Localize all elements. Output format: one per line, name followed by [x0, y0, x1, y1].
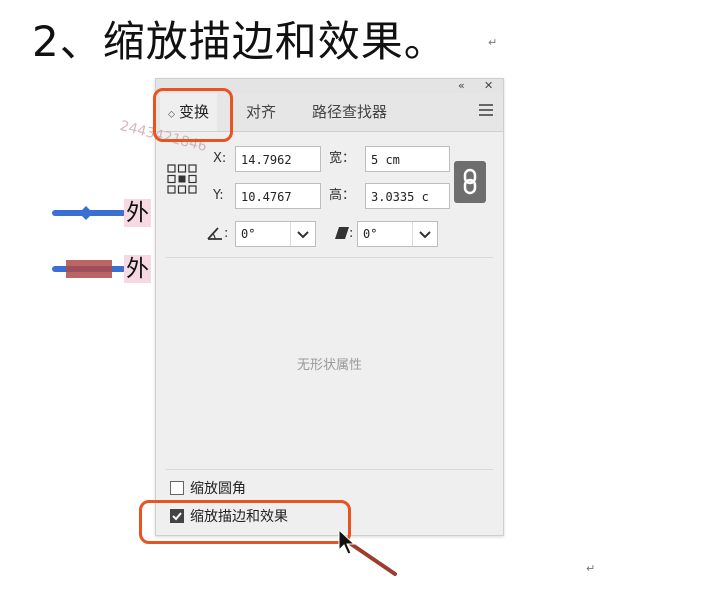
rotate-colon: :	[224, 226, 229, 241]
y-label: Y:	[213, 188, 224, 203]
blue-anchor-icon	[79, 206, 93, 220]
width-label: 宽：	[329, 151, 356, 166]
label-outer-bottom: 外	[124, 255, 151, 283]
tab-pathfinder[interactable]: 路径查找器	[304, 93, 395, 131]
x-field[interactable]: 14.7962	[235, 146, 321, 172]
cursor-icon	[338, 528, 397, 576]
menu-icon[interactable]	[479, 104, 493, 116]
x-label: X:	[213, 151, 227, 166]
return-mark: ↵	[586, 562, 596, 575]
red-stroke-shape	[66, 260, 112, 278]
y-field[interactable]: 10.4767	[235, 183, 321, 209]
transform-panel: « ✕ ⬦ 变换 对齐 路径查找器 X: 14.7962 宽： 5 cm Y: 1…	[155, 78, 504, 536]
tab-align[interactable]: 对齐	[238, 93, 284, 131]
shear-dropdown[interactable]: 0°	[357, 221, 438, 247]
rotate-icon	[207, 227, 222, 240]
collapse-icon[interactable]: «	[458, 79, 465, 93]
height-field[interactable]: 3.0335 c	[365, 183, 450, 209]
page-heading: 2、缩放描边和效果。	[32, 17, 447, 66]
label-outer-top: 外	[124, 199, 151, 227]
close-icon[interactable]: ✕	[484, 79, 493, 93]
shear-icon	[335, 227, 349, 239]
reference-point-icon[interactable]	[167, 164, 197, 194]
checkbox-icon[interactable]	[170, 481, 184, 495]
constrain-proportions-button[interactable]	[454, 161, 486, 203]
scale-corners-option[interactable]: 缩放圆角	[170, 479, 246, 499]
chevron-down-icon	[290, 222, 315, 246]
highlight-tab-transform	[153, 88, 233, 142]
width-field[interactable]: 5 cm	[365, 146, 450, 172]
highlight-scale-strokes	[139, 500, 351, 544]
shear-colon: :	[349, 226, 354, 241]
link-icon	[463, 168, 477, 195]
empty-properties-message: 无形状属性	[296, 358, 362, 373]
height-label: 高：	[329, 188, 356, 203]
section-divider	[166, 257, 493, 258]
section-divider	[166, 469, 493, 470]
return-mark: ↵	[488, 36, 498, 49]
rotate-dropdown[interactable]: 0°	[235, 221, 316, 247]
chevron-down-icon	[412, 222, 437, 246]
